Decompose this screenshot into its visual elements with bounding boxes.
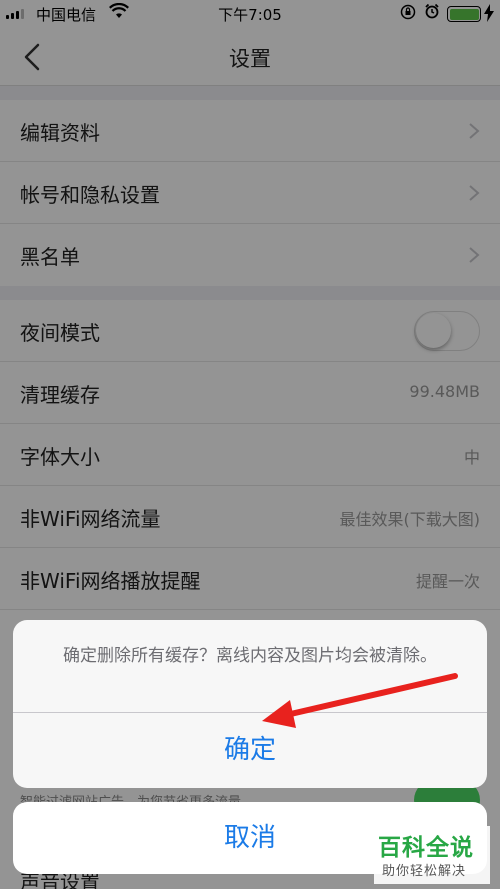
watermark-subtitle: 助你轻松解决 [382, 864, 467, 879]
watermark-logo: 百科全说 助你轻松解决 [374, 826, 490, 884]
watermark-title: 百科全说 [378, 835, 474, 861]
clear-cache-dialog: 确定删除所有缓存？离线内容及图片均会被清除。 确定 [13, 620, 487, 788]
confirm-button[interactable]: 确定 [13, 713, 487, 788]
dialog-message: 确定删除所有缓存？离线内容及图片均会被清除。 [63, 646, 437, 666]
